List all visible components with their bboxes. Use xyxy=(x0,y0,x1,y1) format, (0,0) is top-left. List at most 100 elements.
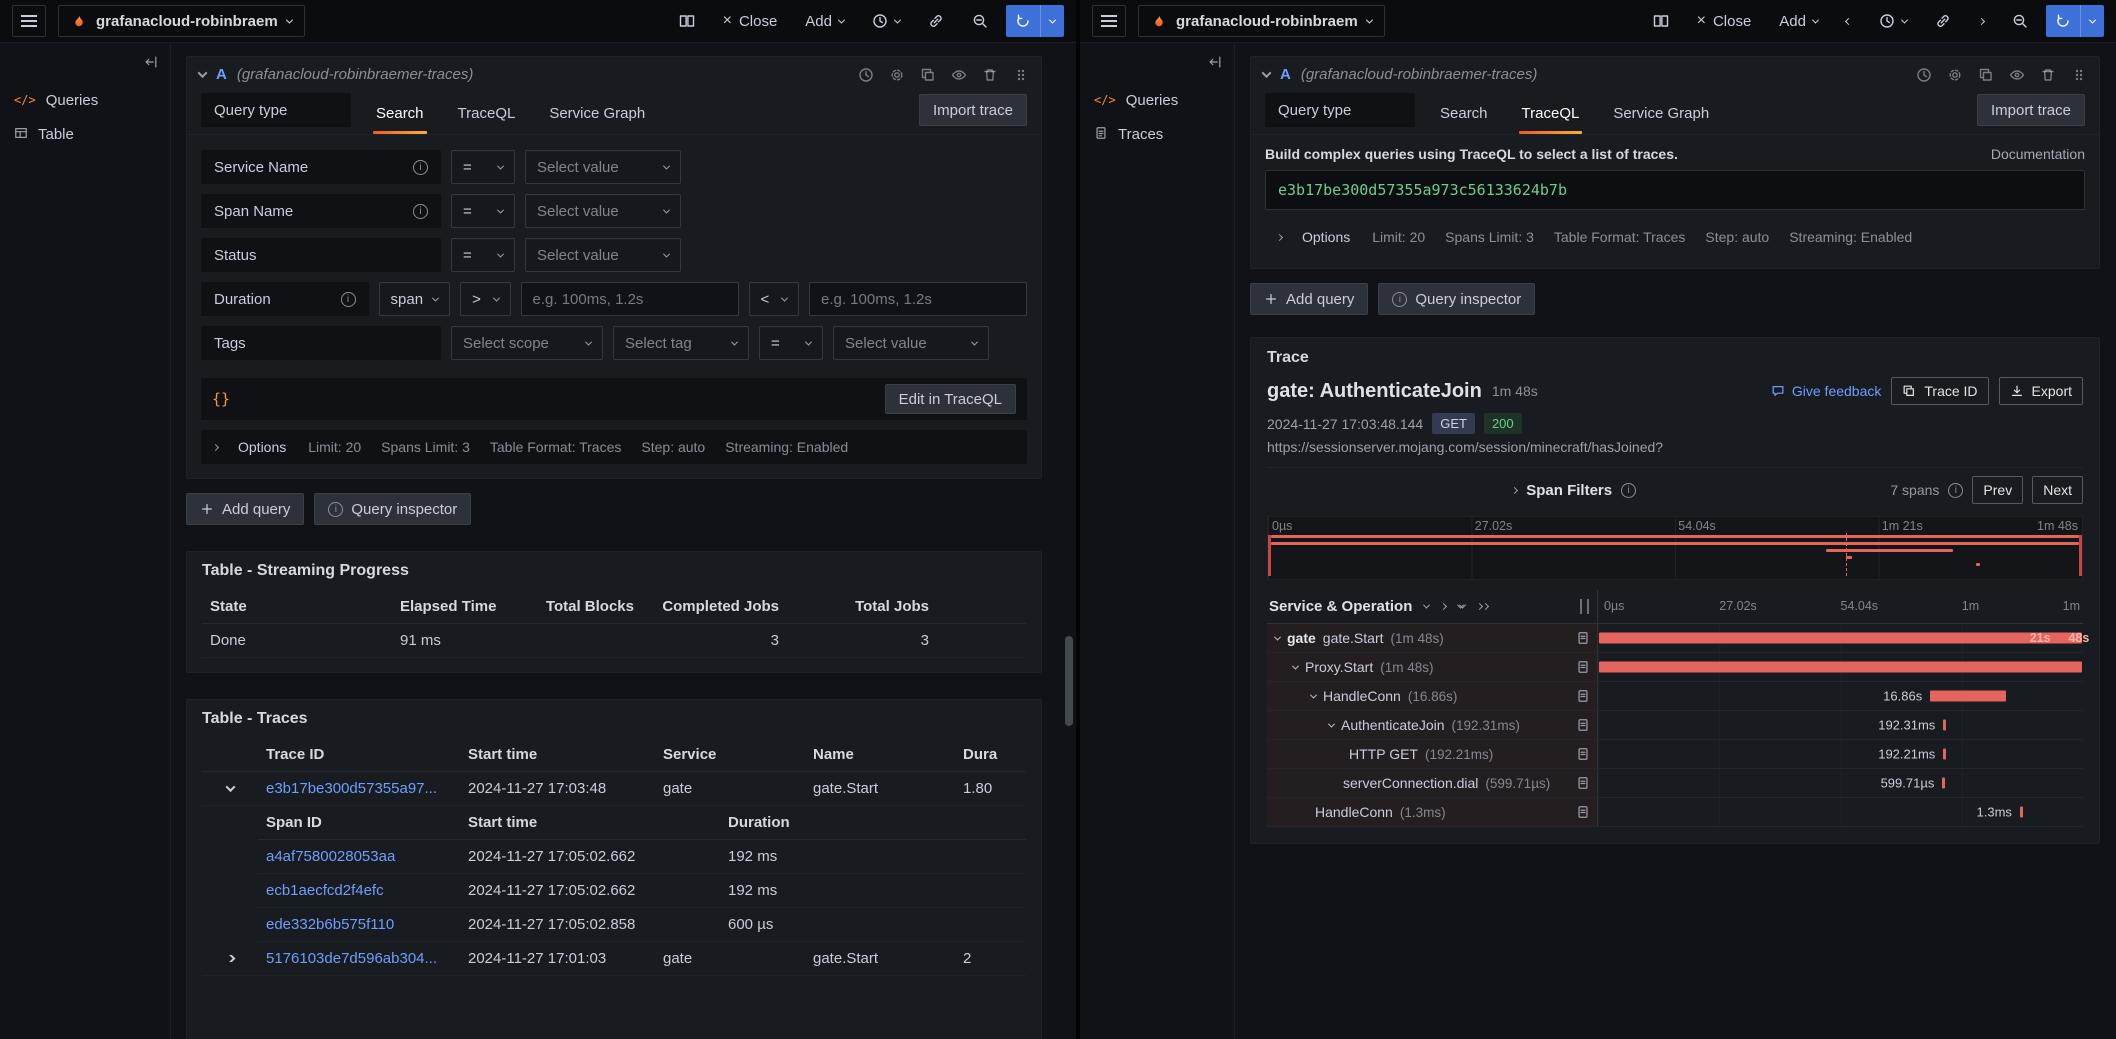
span-id-link[interactable]: ede332b6b575f110 xyxy=(258,916,460,933)
sidebar-item-table[interactable]: Table xyxy=(0,117,170,151)
span-logs-icon[interactable] xyxy=(1576,660,1590,674)
share-link-button[interactable] xyxy=(1925,5,1961,37)
query-options-row[interactable]: Options Limit: 20 Spans Limit: 3 Table F… xyxy=(1265,220,2085,254)
tab-traceql[interactable]: TraceQL xyxy=(1519,93,1583,134)
run-options-chevron[interactable] xyxy=(1040,5,1064,37)
tag-operator-select[interactable]: = xyxy=(759,326,823,360)
column-header[interactable]: Duration xyxy=(720,814,1026,831)
collapse-outline-icon[interactable] xyxy=(144,55,158,73)
time-range-button[interactable] xyxy=(1869,5,1917,37)
collapse-outline-icon[interactable] xyxy=(1208,55,1222,73)
duration-min-input[interactable] xyxy=(521,282,739,316)
zoom-out-button[interactable] xyxy=(2002,5,2038,37)
collapse-one-icon[interactable] xyxy=(1424,604,1429,609)
expand-one-icon[interactable] xyxy=(1441,604,1446,609)
duration-max-input[interactable] xyxy=(809,282,1027,316)
minimap-range-handle-right[interactable] xyxy=(2079,535,2082,576)
chevron-down-icon[interactable] xyxy=(1310,691,1317,698)
info-icon[interactable]: i xyxy=(413,160,428,175)
export-button[interactable]: Export xyxy=(1999,377,2083,405)
column-header[interactable]: Trace ID xyxy=(258,746,460,763)
span-row-proxy-start[interactable]: Proxy.Start (1m 48s) xyxy=(1267,653,2083,682)
sidebar-item-queries[interactable]: </> Queries xyxy=(0,83,170,117)
trace-timeline-minimap[interactable]: 0µs 27.02s 54.04s 1m 21s 1m 48s xyxy=(1267,516,2083,580)
span-bar[interactable] xyxy=(1930,691,2006,702)
tab-traceql[interactable]: TraceQL xyxy=(455,93,519,134)
column-header[interactable]: Start time xyxy=(460,746,655,763)
zoom-out-button[interactable] xyxy=(962,5,998,37)
tab-service-graph[interactable]: Service Graph xyxy=(546,93,648,134)
value-select[interactable]: Select value xyxy=(525,194,681,228)
duration-type-select[interactable]: span xyxy=(379,282,451,316)
expand-all-icon[interactable] xyxy=(1477,604,1488,609)
query-inspector-button[interactable]: i Query inspector xyxy=(314,493,471,525)
tag-select[interactable]: Select tag xyxy=(613,326,749,360)
span-row-gate-start[interactable]: gate gate.Start (1m 48s) 21s 48s xyxy=(1267,624,2083,653)
column-header[interactable]: Name xyxy=(805,746,955,763)
column-header[interactable]: State xyxy=(202,598,392,615)
chevron-down-icon[interactable] xyxy=(1328,720,1335,727)
tag-value-select[interactable]: Select value xyxy=(833,326,989,360)
collapse-query-icon[interactable] xyxy=(198,68,208,78)
column-header[interactable]: Elapsed Time xyxy=(392,598,537,615)
collapse-all-icon[interactable] xyxy=(1458,604,1465,609)
span-row-http-get[interactable]: HTTP GET (192.21ms) 192.21ms xyxy=(1267,740,2083,769)
row-expander-collapsed[interactable] xyxy=(202,955,258,962)
menu-icon[interactable] xyxy=(1092,5,1126,37)
tab-search[interactable]: Search xyxy=(1437,93,1491,134)
operator-select[interactable]: = xyxy=(451,238,515,272)
query-ref-id[interactable]: A xyxy=(216,66,227,83)
sidebar-item-traces[interactable]: Traces xyxy=(1080,117,1234,151)
next-span-button[interactable]: Next xyxy=(2032,476,2083,504)
column-header[interactable]: Span ID xyxy=(258,814,460,831)
run-options-chevron[interactable] xyxy=(2080,5,2104,37)
history-icon[interactable] xyxy=(1916,67,1932,83)
span-bar[interactable] xyxy=(1599,662,2081,673)
import-trace-button[interactable]: Import trace xyxy=(1977,94,2085,126)
span-bar[interactable] xyxy=(1942,778,1945,789)
column-header[interactable]: Start time xyxy=(460,814,720,831)
trace-id-link[interactable]: e3b17be300d57355a97... xyxy=(258,780,460,797)
trace-id-button[interactable]: Trace ID xyxy=(1891,377,1988,405)
tab-search[interactable]: Search xyxy=(373,93,427,134)
info-icon[interactable]: i xyxy=(341,292,356,307)
operator-select[interactable]: = xyxy=(451,150,515,184)
info-icon[interactable]: i xyxy=(1948,483,1963,498)
query-inspector-button[interactable]: i Query inspector xyxy=(1378,283,1535,315)
span-row-serverconnection-dial[interactable]: serverConnection.dial (599.71µs) 599.71µ… xyxy=(1267,769,2083,798)
time-forward-button[interactable] xyxy=(1969,5,1994,37)
value-select[interactable]: Select value xyxy=(525,150,681,184)
trace-id-link[interactable]: 5176103de7d596ab304... xyxy=(258,950,460,967)
traceql-query-input[interactable]: e3b17be300d57355a973c56133624b7b xyxy=(1265,170,2085,210)
copy-icon[interactable] xyxy=(1978,67,1994,83)
gt-operator-select[interactable]: > xyxy=(460,282,510,316)
info-icon[interactable]: i xyxy=(413,204,428,219)
span-logs-icon[interactable] xyxy=(1576,776,1590,790)
row-expander-expanded[interactable] xyxy=(202,785,258,792)
chevron-right-icon[interactable] xyxy=(1511,486,1518,493)
eye-icon[interactable] xyxy=(951,67,967,83)
prev-span-button[interactable]: Prev xyxy=(1972,476,2023,504)
give-feedback-link[interactable]: Give feedback xyxy=(1771,383,1882,399)
drag-handle-icon[interactable] xyxy=(2071,67,2087,83)
column-header[interactable]: Total Jobs xyxy=(787,598,937,615)
menu-icon[interactable] xyxy=(12,5,46,37)
span-filters-label[interactable]: Span Filters xyxy=(1526,482,1612,499)
chevron-down-icon[interactable] xyxy=(1274,633,1281,640)
gear-icon[interactable] xyxy=(889,67,905,83)
time-range-button[interactable] xyxy=(862,5,910,37)
close-split-button[interactable]: × Close xyxy=(713,5,788,37)
tag-scope-select[interactable]: Select scope xyxy=(451,326,603,360)
operator-select[interactable]: = xyxy=(451,194,515,228)
span-logs-icon[interactable] xyxy=(1576,631,1590,645)
eye-icon[interactable] xyxy=(2009,67,2025,83)
documentation-link[interactable]: Documentation xyxy=(1991,146,2085,162)
service-operation-header[interactable]: Service & Operation xyxy=(1269,598,1412,615)
span-bar[interactable] xyxy=(2020,807,2023,818)
history-icon[interactable] xyxy=(858,67,874,83)
span-row-authenticatejoin[interactable]: AuthenticateJoin (192.31ms) 192.31ms xyxy=(1267,711,2083,740)
query-ref-id[interactable]: A xyxy=(1280,66,1291,83)
column-header[interactable]: Dura xyxy=(955,746,1026,763)
span-bar[interactable] xyxy=(1599,633,2081,644)
column-resizer[interactable] xyxy=(1580,599,1589,614)
